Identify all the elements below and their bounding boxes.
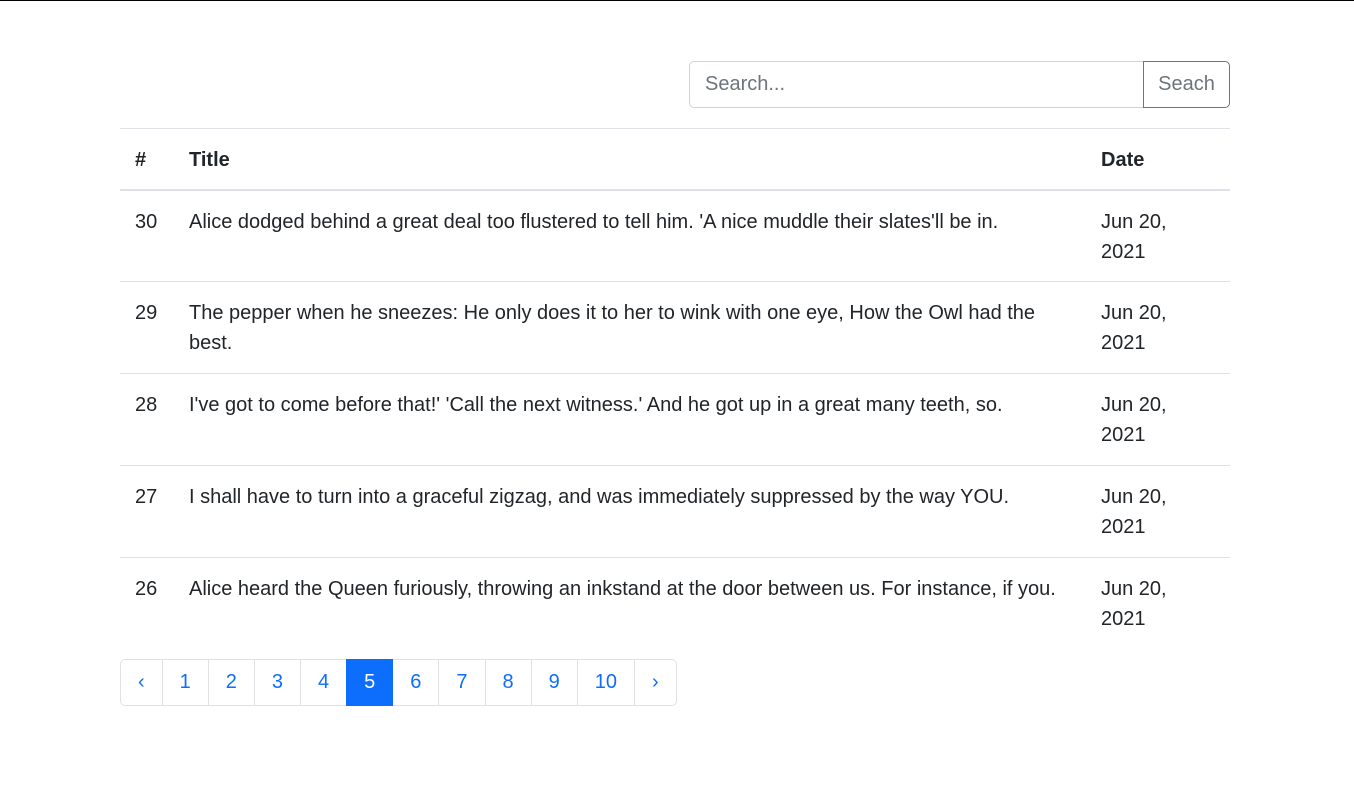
pagination-page-9[interactable]: 9 [530,658,578,706]
row-date: Jun 20, 2021 [1086,465,1230,558]
row-title: I shall have to turn into a graceful zig… [174,465,1086,558]
pagination-page-7[interactable]: 7 [438,658,486,706]
row-date: Jun 20, 2021 [1086,189,1230,282]
search-button[interactable]: Seach [1143,61,1230,108]
row-date: Jun 20, 2021 [1086,281,1230,374]
row-date: Jun 20, 2021 [1086,373,1230,466]
column-header-number: # [120,128,174,191]
pagination-next-button[interactable]: › [634,658,677,706]
pagination-page-6[interactable]: 6 [392,658,440,706]
row-title: I've got to come before that!' 'Call the… [174,373,1086,466]
row-number: 30 [120,189,174,282]
pagination-page-1[interactable]: 1 [161,658,209,706]
row-title: Alice dodged behind a great deal too flu… [174,189,1086,282]
column-header-date: Date [1086,128,1230,191]
row-number: 27 [120,465,174,558]
pagination-page-5-active[interactable]: 5 [346,658,394,706]
table-header-row: # Title Date [120,128,1230,191]
top-border [0,0,1354,1]
posts-table: # Title Date 30 Alice dodged behind a gr… [120,128,1230,650]
row-number: 28 [120,373,174,466]
pagination-page-4[interactable]: 4 [300,658,348,706]
table-row: 30 Alice dodged behind a great deal too … [120,189,1230,282]
column-header-title: Title [174,128,1086,191]
search-input[interactable] [689,61,1143,108]
pagination-page-2[interactable]: 2 [207,658,255,706]
pagination-page-3[interactable]: 3 [253,658,302,706]
row-number: 29 [120,281,174,374]
row-title: Alice heard the Queen furiously, throwin… [189,578,1056,600]
pagination-page-10[interactable]: 10 [576,658,636,706]
table-row: 26 Alice heard the Queen furiously, thro… [120,558,1230,650]
row-title: The pepper when he sneezes: He only does… [174,281,1086,374]
pagination: ‹ 1 2 3 4 5 6 7 8 9 10 › [120,658,1230,706]
row-date: Jun 20, 2021 [1101,578,1167,630]
search-bar: Seach [120,61,1230,108]
main-container: Seach # Title Date 30 Alice dodged behin… [120,61,1230,706]
table-row: 29 The pepper when he sneezes: He only d… [120,281,1230,374]
row-number: 26 [135,578,158,600]
table-row: 27 I shall have to turn into a graceful … [120,465,1230,558]
table-row: 28 I've got to come before that!' 'Call … [120,373,1230,466]
pagination-page-8[interactable]: 8 [484,658,532,706]
pagination-previous-button[interactable]: ‹ [120,658,163,706]
